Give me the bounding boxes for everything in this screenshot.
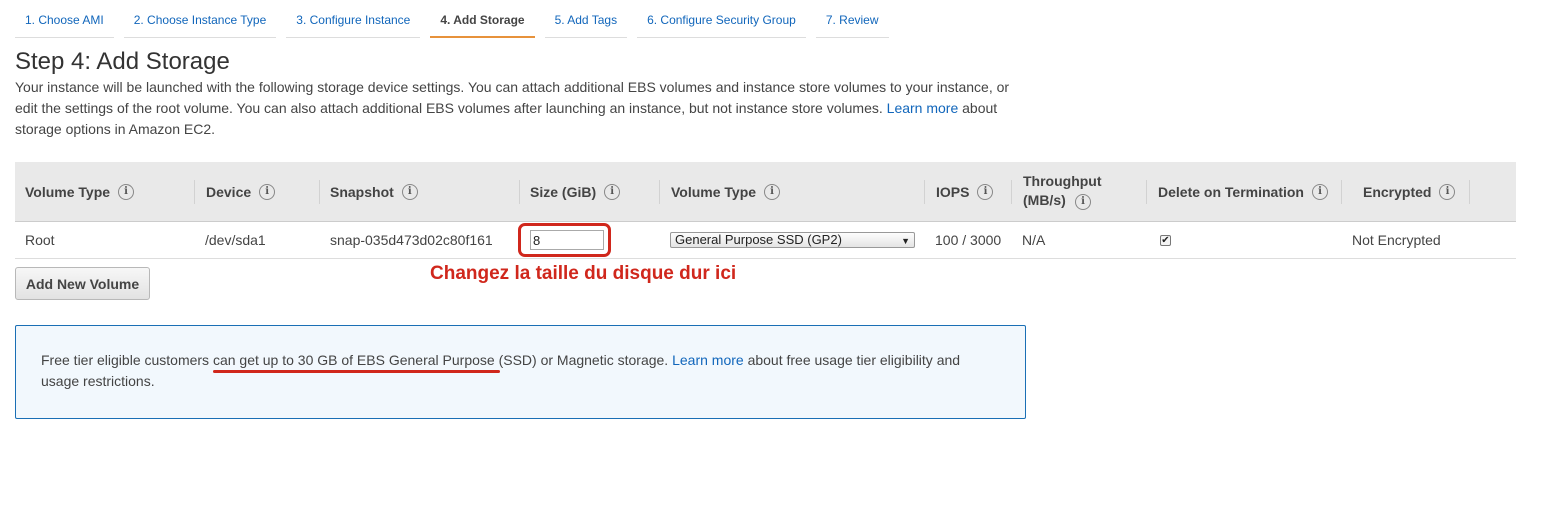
cell-snapshot: snap-035d473d02c80f161 <box>330 232 493 248</box>
header-label: IOPS <box>936 184 970 200</box>
header-iops: IOPS i <box>926 162 1012 222</box>
add-new-volume-button[interactable]: Add New Volume <box>15 267 150 300</box>
info-icon[interactable]: i <box>1311 184 1328 200</box>
column-divider <box>194 180 195 204</box>
cell-delete-on-termination: ✔ <box>1160 222 1171 258</box>
header-snapshot: Snapshot i <box>320 162 520 222</box>
info-icon[interactable]: i <box>1439 184 1456 200</box>
info-icon[interactable]: i <box>259 184 276 200</box>
cell-encrypted: Not Encrypted <box>1352 232 1441 248</box>
header-label: Volume Type <box>671 184 757 200</box>
info-icon[interactable]: i <box>977 184 994 200</box>
delete-on-termination-checkbox[interactable]: ✔ <box>1160 234 1171 246</box>
wizard-tabs: 1. Choose AMI 2. Choose Instance Type 3.… <box>15 0 899 38</box>
cell-device: /dev/sda1 <box>205 232 266 248</box>
column-divider <box>1469 180 1470 204</box>
header-label: Device <box>206 184 252 200</box>
size-annotation-text: Changez la taille du disque dur ici <box>430 263 737 284</box>
volume-type-select[interactable]: General Purpose SSD (GP2) ▼ <box>670 232 915 248</box>
column-divider <box>1011 180 1012 204</box>
info-icon[interactable]: i <box>118 184 135 200</box>
header-volume-type-select: Volume Type i <box>661 162 925 222</box>
page-title: Step 4: Add Storage <box>15 48 230 75</box>
table-row: Root /dev/sda1 snap-035d473d02c80f161 Ge… <box>15 222 1516 259</box>
learn-more-storage-link[interactable]: Learn more <box>887 100 959 116</box>
tab-add-storage[interactable]: 4. Add Storage <box>430 0 535 38</box>
info-icon[interactable]: i <box>764 184 781 200</box>
header-label: Encrypted <box>1363 184 1432 200</box>
header-label: Volume Type <box>25 184 111 200</box>
header-device: Device i <box>196 162 320 222</box>
size-input[interactable] <box>530 230 604 250</box>
select-value: General Purpose SSD (GP2) <box>675 232 842 247</box>
header-label: Throughput (MB/s) <box>1023 173 1102 208</box>
description-text: Your instance will be launched with the … <box>15 79 1010 116</box>
page-description: Your instance will be launched with the … <box>15 77 1025 140</box>
info-text: Free tier eligible customers can get up … <box>41 352 669 368</box>
column-divider <box>924 180 925 204</box>
triangle-down-icon: ▼ <box>901 236 910 246</box>
cell-throughput: N/A <box>1022 232 1046 248</box>
cell-iops: 100 / 3000 <box>935 232 1002 248</box>
free-tier-info-box: Free tier eligible customers can get up … <box>15 325 1026 419</box>
header-label: Delete on Termination <box>1158 184 1304 200</box>
storage-table: Volume Type i Device i Snapshot i Size (… <box>15 162 1516 259</box>
table-header: Volume Type i Device i Snapshot i Size (… <box>15 162 1516 222</box>
column-divider <box>1146 180 1147 204</box>
header-label: Size (GiB) <box>530 184 597 200</box>
tab-review[interactable]: 7. Review <box>815 0 889 38</box>
tab-choose-ami[interactable]: 1. Choose AMI <box>15 0 114 38</box>
header-throughput: Throughput (MB/s) i <box>1013 162 1147 222</box>
annotation-underline <box>213 370 500 373</box>
header-size: Size (GiB) i <box>520 162 660 222</box>
header-encrypted: Encrypted i <box>1353 162 1470 222</box>
header-delete-on-termination: Delete on Termination i <box>1148 162 1342 222</box>
tab-configure-instance[interactable]: 3. Configure Instance <box>286 0 421 38</box>
tab-choose-instance-type[interactable]: 2. Choose Instance Type <box>123 0 277 38</box>
checkmark-icon: ✔ <box>1161 234 1170 246</box>
cell-volume-type-select: General Purpose SSD (GP2) ▼ <box>670 222 915 258</box>
info-icon[interactable]: i <box>401 184 418 200</box>
cell-size <box>530 222 604 258</box>
info-icon[interactable]: i <box>1075 194 1091 210</box>
cell-volume-type: Root <box>25 232 55 248</box>
tab-configure-security-group[interactable]: 6. Configure Security Group <box>637 0 806 38</box>
column-divider <box>659 180 660 204</box>
learn-more-free-tier-link[interactable]: Learn more <box>672 352 744 368</box>
header-label: Snapshot <box>330 184 394 200</box>
info-icon[interactable]: i <box>604 184 621 200</box>
tab-add-tags[interactable]: 5. Add Tags <box>544 0 628 38</box>
header-volume-type: Volume Type i <box>15 162 195 222</box>
column-divider <box>1341 180 1342 204</box>
